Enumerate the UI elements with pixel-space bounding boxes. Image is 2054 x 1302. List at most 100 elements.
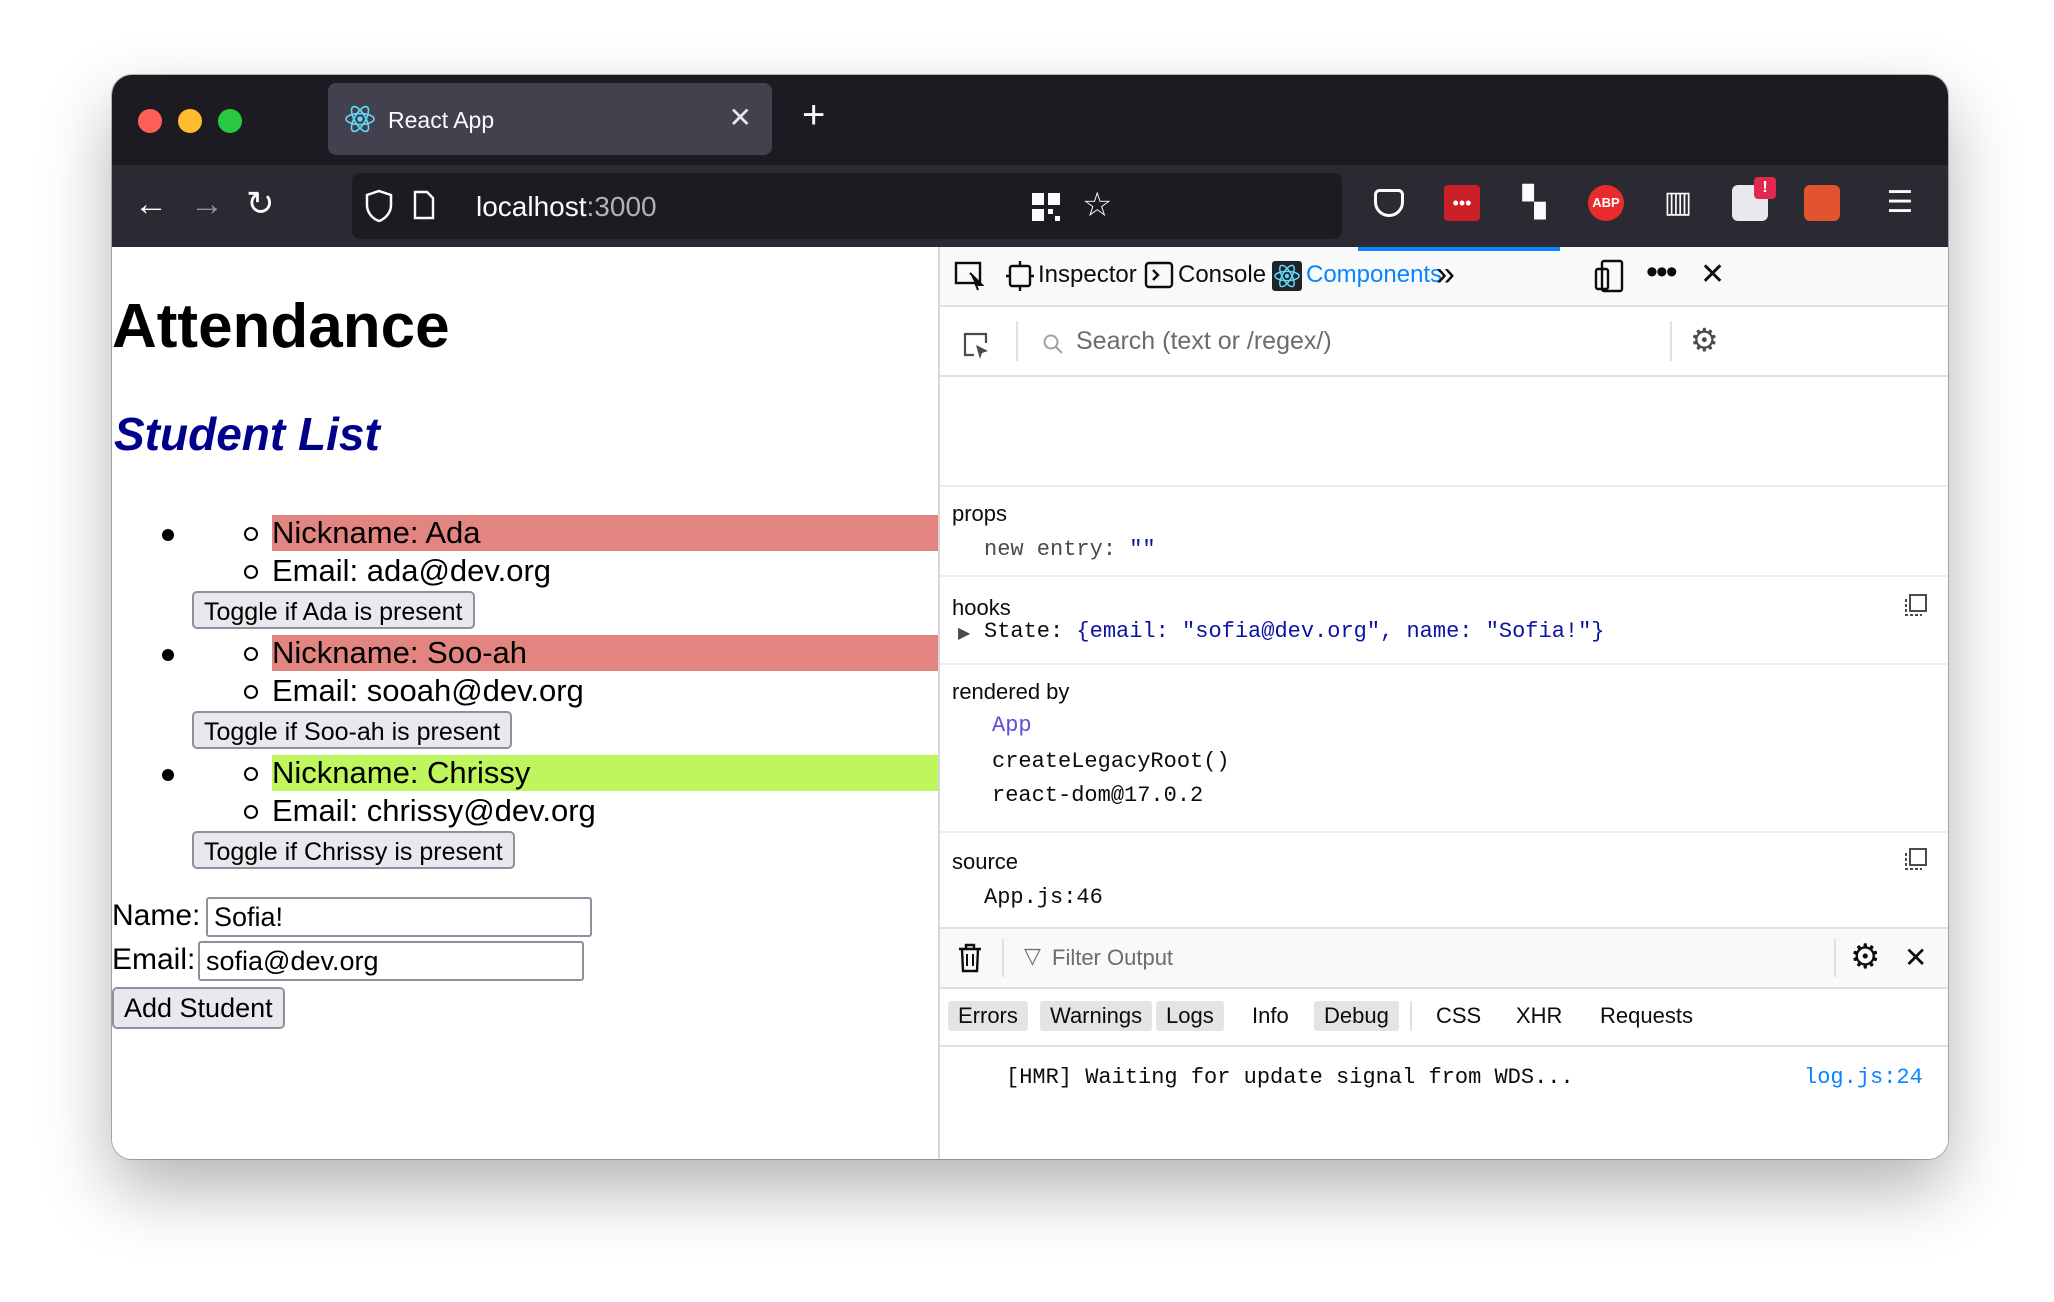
source-location[interactable]: App.js:46 — [984, 885, 1103, 910]
list-bullet — [162, 649, 174, 661]
student-email: Email: chrissy@dev.org — [272, 793, 596, 828]
copy-icon[interactable] — [1904, 847, 1928, 871]
close-window-button[interactable] — [138, 109, 162, 133]
toolbar-divider — [1002, 939, 1004, 977]
back-icon[interactable]: ← — [134, 187, 168, 221]
rendered-by-section-title: rendered by — [952, 679, 1070, 704]
toggle-present-button[interactable]: Toggle if Chrissy is present — [192, 831, 515, 869]
nav-bar: ← → ↻ localhost:3000 ☆ ••• ▚ ABP ▥ ! ☰ — [112, 165, 1948, 247]
toolbar-divider — [1834, 939, 1836, 977]
url-bar[interactable]: localhost:3000 ☆ — [352, 173, 1342, 239]
filter-output-input[interactable]: Filter Output — [1052, 945, 1173, 971]
pocket-icon[interactable] — [1374, 189, 1404, 217]
title-bar: React App ✕ + — [112, 75, 1948, 165]
more-tabs-chevron-icon[interactable]: » — [1436, 255, 1455, 294]
section-divider — [940, 575, 1948, 577]
shield-icon[interactable] — [364, 189, 394, 223]
react-icon — [345, 105, 375, 133]
student-nickname: Nickname: Chrissy — [272, 755, 938, 791]
settings-gear-icon[interactable]: ⚙ — [1690, 321, 1719, 359]
section-divider — [940, 485, 1948, 487]
student-nickname: Nickname: Soo-ah — [272, 635, 938, 671]
browser-tab[interactable]: React App ✕ — [328, 83, 772, 155]
email-label: Email: — [112, 943, 196, 976]
new-tab-icon[interactable]: + — [802, 95, 825, 135]
library-icon[interactable]: ▥ — [1660, 185, 1696, 221]
filter-info[interactable]: Info — [1242, 1001, 1299, 1031]
search-icon — [1043, 334, 1063, 354]
filter-xhr[interactable]: XHR — [1506, 1001, 1572, 1031]
filter-debug[interactable]: Debug — [1314, 1001, 1399, 1031]
extensions-grid-icon[interactable]: ▚ — [1516, 185, 1552, 221]
toggle-present-button[interactable]: Toggle if Soo-ah is present — [192, 711, 513, 749]
qr-code-icon[interactable] — [1030, 191, 1062, 223]
console-settings-gear-icon[interactable]: ⚙ — [1850, 937, 1880, 977]
sub-bullet — [244, 767, 258, 781]
sub-bullet — [244, 565, 258, 579]
hook-value: {email: "sofia@dev.org", name: "Sofia!"} — [1076, 619, 1605, 644]
props-section-title: props — [952, 501, 1008, 526]
lastpass-extension-icon[interactable]: ••• — [1444, 185, 1480, 221]
adblock-extension-icon[interactable]: ABP — [1588, 185, 1624, 221]
url-text[interactable]: localhost:3000 — [476, 191, 657, 223]
inspector-icon — [1006, 261, 1034, 291]
filter-logs[interactable]: Logs — [1156, 1001, 1224, 1031]
section-divider — [940, 663, 1948, 665]
close-devtools-icon[interactable]: ✕ — [1700, 257, 1725, 292]
more-options-icon[interactable]: ••• — [1646, 253, 1678, 292]
select-component-icon[interactable] — [962, 331, 992, 361]
student-nickname: Nickname: Ada — [272, 515, 938, 551]
reload-icon[interactable]: ↻ — [246, 187, 275, 221]
sub-bullet — [244, 527, 258, 541]
sub-bullet — [244, 805, 258, 819]
toolbar-divider — [1670, 321, 1672, 361]
name-label: Name: — [112, 899, 201, 932]
minimize-window-button[interactable] — [178, 109, 202, 133]
tab-components[interactable]: Components — [1306, 261, 1442, 289]
zoom-window-button[interactable] — [218, 109, 242, 133]
page-content: Attendance Student List Nickname: Ada Em… — [112, 247, 938, 1159]
filter-css[interactable]: CSS — [1426, 1001, 1491, 1031]
student-list-heading: Student List — [114, 408, 380, 460]
alert-badge: ! — [1754, 177, 1776, 199]
filter-requests[interactable]: Requests — [1590, 1001, 1703, 1031]
toolbar-divider — [1016, 321, 1018, 361]
tab-console[interactable]: Console — [1178, 261, 1266, 289]
student-email: Email: ada@dev.org — [272, 553, 552, 588]
responsive-design-icon[interactable] — [1594, 259, 1624, 293]
components-search-bar: Search (text or /regex/) ⚙ — [940, 307, 1948, 377]
browser-window: React App ✕ + ← → ↻ localhost:3000 ☆ •••… — [112, 75, 1948, 1159]
bookmark-star-icon[interactable]: ☆ — [1082, 185, 1112, 225]
console-message-source-link[interactable]: log.js:24 — [1804, 1065, 1923, 1090]
toggle-present-button[interactable]: Toggle if Ada is present — [192, 591, 475, 629]
hamburger-menu-icon[interactable]: ☰ — [1882, 185, 1918, 221]
hook-label: State: — [984, 619, 1064, 644]
search-input[interactable]: Search (text or /regex/) — [1076, 327, 1332, 356]
hooks-section-title: hooks — [952, 595, 1011, 620]
devtools-toolbar: Inspector Console Components » ••• ✕ — [940, 247, 1948, 307]
filter-errors[interactable]: Errors — [948, 1001, 1028, 1031]
close-tab-icon[interactable]: ✕ — [729, 101, 752, 134]
hook-state[interactable]: State: {email: "sofia@dev.org", name: "S… — [984, 619, 1605, 644]
tab-inspector[interactable]: Inspector — [1038, 261, 1137, 289]
trash-icon[interactable] — [956, 943, 984, 973]
copy-icon[interactable] — [1904, 593, 1928, 617]
source-section-title: source — [952, 849, 1019, 874]
element-picker-icon[interactable] — [954, 261, 986, 291]
sub-bullet — [244, 685, 258, 699]
add-student-button[interactable]: Add Student — [112, 987, 285, 1029]
email-input[interactable]: sofia@dev.org — [198, 941, 584, 981]
close-console-icon[interactable]: ✕ — [1904, 941, 1927, 974]
name-input[interactable]: Sofia! — [206, 897, 592, 937]
list-bullet — [162, 769, 174, 781]
components-react-icon — [1272, 261, 1302, 291]
expand-arrow-icon[interactable]: ▶ — [958, 623, 970, 643]
console-toolbar: ▽ Filter Output ⚙ ✕ — [940, 927, 1948, 989]
url-host: localhost — [476, 191, 587, 222]
rendered-by-app-link[interactable]: App — [992, 713, 1032, 738]
console-filter-bar: Errors Warnings Logs Info Debug CSS XHR … — [940, 987, 1948, 1047]
filter-warnings[interactable]: Warnings — [1040, 1001, 1153, 1031]
forward-icon[interactable]: → — [190, 187, 224, 221]
react-devtools-extension-icon[interactable] — [1804, 185, 1840, 221]
prop-key[interactable]: new entry: "" — [984, 537, 1156, 562]
